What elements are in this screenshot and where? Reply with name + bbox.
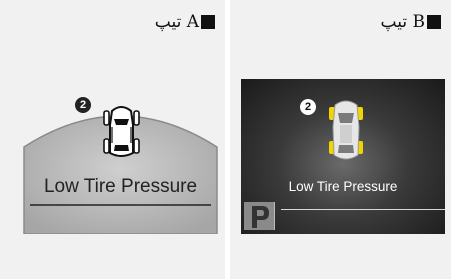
type-b-label: تیپ B xyxy=(381,12,441,32)
square-bullet-icon xyxy=(201,15,215,29)
square-bullet-icon xyxy=(427,15,441,29)
car-top-view-icon xyxy=(103,106,140,157)
low-tire-pressure-text: Low Tire Pressure xyxy=(288,179,398,194)
type-a-label-text: تیپ A xyxy=(154,12,199,32)
parking-icon xyxy=(244,202,275,230)
type-b-panel: تیپ B 2 Low Tire Pressure xyxy=(230,0,451,279)
type-a-dome-display: 2 Low Tire Pressure xyxy=(20,87,221,235)
callout-number-badge: 2 xyxy=(75,97,91,113)
type-a-label: تیپ A xyxy=(155,12,215,32)
low-tire-pressure-text: Low Tire Pressure xyxy=(43,176,198,197)
type-a-panel: تیپ A 2 Low Tire Pressure xyxy=(0,0,225,279)
type-b-label-text: تیپ B xyxy=(380,12,425,32)
dome-shape xyxy=(23,106,218,235)
callout-number-badge: 2 xyxy=(300,99,316,115)
type-b-screen-display: 2 Low Tire Pressure xyxy=(241,79,445,234)
car-top-view-icon xyxy=(329,100,363,160)
screen-divider-line xyxy=(281,209,445,210)
